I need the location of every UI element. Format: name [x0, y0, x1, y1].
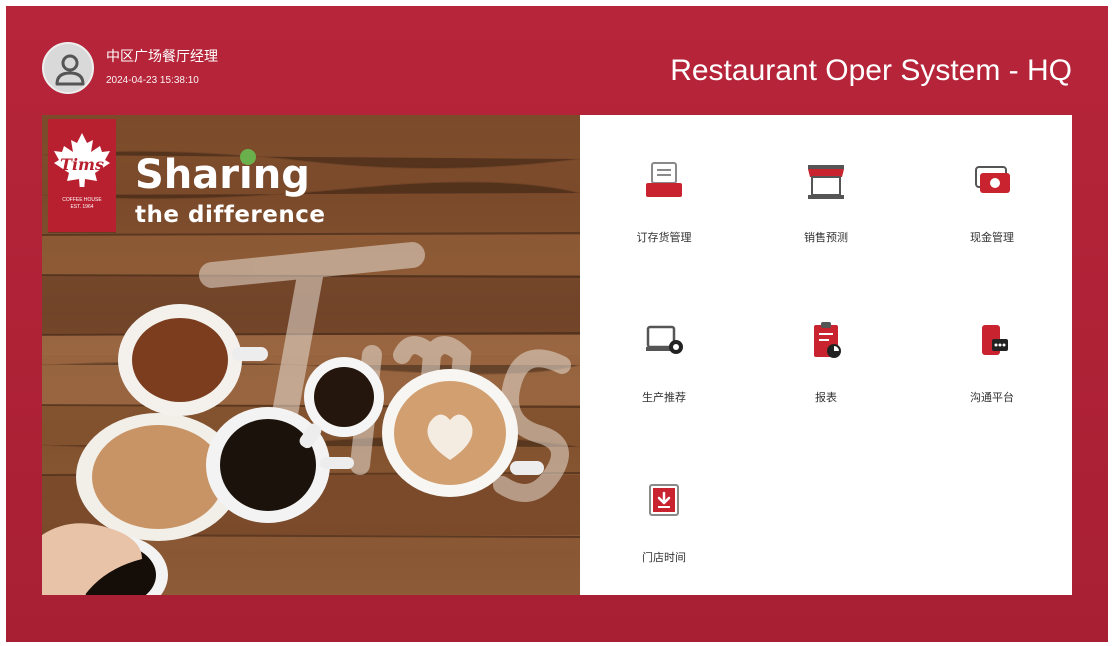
tagline-line2: the difference — [135, 202, 326, 228]
tile-cash-management[interactable]: 现金管理 — [932, 159, 1052, 245]
main-panel: Tims COFFEE HOUSE EST. 1964 Sharing the … — [42, 115, 1072, 595]
brand-small-text: COFFEE HOUSE EST. 1964 — [62, 197, 102, 210]
user-name: 中区广场餐厅经理 — [106, 49, 218, 65]
timestamp: 2024-04-23 15:38:10 — [106, 75, 199, 86]
hero-image: Tims COFFEE HOUSE EST. 1964 Sharing the … — [42, 115, 580, 595]
app-window: 中区广场餐厅经理 2024-04-23 15:38:10 Restaurant … — [6, 6, 1108, 642]
tile-sales-forecast[interactable]: 销售预测 — [766, 159, 886, 245]
tile-label: 生产推荐 — [642, 391, 686, 404]
storefront-icon — [808, 165, 844, 199]
report-clipboard-icon — [814, 322, 841, 358]
tile-label: 现金管理 — [970, 231, 1014, 244]
hero-tagline: Sharing the difference — [135, 155, 325, 229]
chat-phone-icon — [982, 325, 1008, 355]
green-dot-icon — [240, 149, 256, 165]
tile-store-hours[interactable]: 门店时间 — [604, 479, 724, 565]
avatar[interactable] — [42, 42, 94, 94]
brand-logo: Tims COFFEE HOUSE EST. 1964 — [48, 119, 116, 232]
tile-label: 报表 — [815, 391, 837, 404]
tile-communication-platform[interactable]: 沟通平台 — [932, 319, 1052, 405]
tile-label: 沟通平台 — [970, 391, 1014, 404]
system-title: Restaurant Oper System - HQ — [670, 54, 1072, 87]
tile-reports[interactable]: 报表 — [766, 319, 886, 405]
tile-inventory-management[interactable]: 订存货管理 — [604, 159, 724, 245]
module-grid: 订存货管理 销售预测 现金管理 生产推荐 报表 沟通平台 门店时间 — [580, 115, 1072, 595]
tile-label: 订存货管理 — [636, 231, 692, 244]
tile-label: 门店时间 — [642, 551, 686, 564]
tile-label: 销售预测 — [804, 231, 848, 244]
brand-logo-text: Tims — [60, 155, 104, 174]
tile-production-recommendation[interactable]: 生产推荐 — [604, 319, 724, 405]
user-icon — [55, 54, 85, 86]
tagline-line1: Sharing — [135, 152, 310, 198]
download-calendar-icon — [649, 484, 679, 516]
user-info: 中区广场餐厅经理 2024-04-23 15:38:10 — [42, 42, 218, 94]
cash-icon — [975, 166, 1010, 193]
receipt-printer-icon — [646, 162, 682, 197]
laptop-gear-icon — [646, 325, 683, 354]
